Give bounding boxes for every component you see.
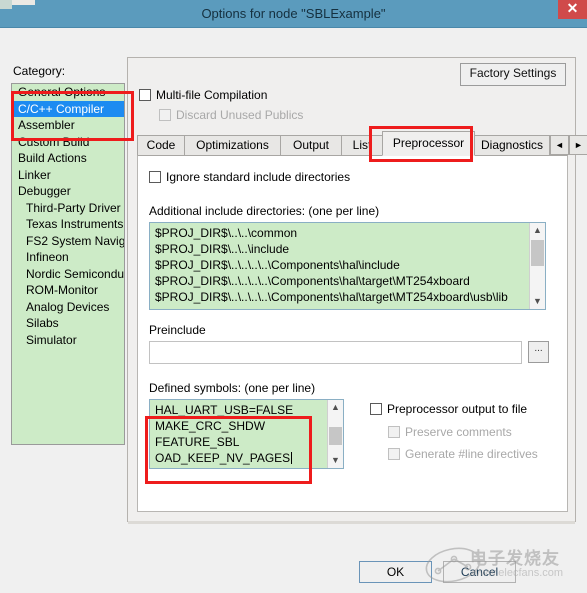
defined-symbol-line[interactable]: HAL_UART_USB=FALSE: [150, 402, 326, 418]
category-item-debugger[interactable]: Debugger: [12, 183, 124, 200]
category-list[interactable]: General Options C/C++ Compiler Assembler Cu…: [11, 83, 125, 445]
category-item-rom-monitor[interactable]: ROM-Monitor: [12, 282, 124, 299]
preserve-comments-checkbox: [388, 426, 400, 438]
ignore-standard-include-row[interactable]: Ignore standard include directories: [149, 170, 350, 184]
ignore-standard-include-label: Ignore standard include directories: [166, 170, 351, 184]
discard-unused-publics-label: Discard Unused Publics: [176, 108, 304, 122]
category-item-infineon[interactable]: Infineon: [12, 249, 124, 266]
scrollbar-thumb[interactable]: [531, 240, 544, 266]
generate-line-directives-label: Generate #line directives: [405, 447, 538, 461]
defined-symbols-label: Defined symbols: (one per line): [149, 381, 316, 395]
category-item-simulator[interactable]: Simulator: [12, 332, 124, 349]
tab-output[interactable]: Output: [280, 135, 342, 155]
preinclude-label: Preinclude: [149, 323, 206, 337]
category-item-silabs[interactable]: Silabs: [12, 315, 124, 332]
factory-settings-button[interactable]: Factory Settings: [460, 63, 566, 86]
options-panel: Factory Settings Multi-file Compilation …: [127, 57, 587, 522]
category-item-linker[interactable]: Linker: [12, 167, 124, 184]
category-item-texas-instruments[interactable]: Texas Instruments: [12, 216, 124, 233]
scroll-down-icon[interactable]: ▼: [328, 453, 343, 468]
multi-file-compilation-checkbox[interactable]: [139, 89, 151, 101]
panel-shadow: [128, 521, 575, 524]
preprocessor-output-checkbox[interactable]: [370, 403, 382, 415]
preprocessor-output-row[interactable]: Preprocessor output to file: [370, 402, 527, 416]
category-item-custom-build[interactable]: Custom Build: [12, 134, 124, 151]
tab-preprocessor[interactable]: Preprocessor: [382, 131, 475, 156]
category-item-c-c-compiler[interactable]: C/C++ Compiler: [12, 100, 124, 117]
cancel-button[interactable]: Cancel: [443, 561, 516, 583]
ok-button[interactable]: OK: [359, 561, 432, 583]
preserve-comments-label: Preserve comments: [405, 425, 512, 439]
category-item-fs2-system-navigator[interactable]: FS2 System Navigator: [12, 233, 124, 250]
tab-scroll-right-icon[interactable]: ►: [569, 135, 587, 155]
ignore-standard-include-checkbox[interactable]: [149, 171, 161, 183]
preserve-comments-row: Preserve comments: [388, 425, 512, 439]
defined-symbols-listbox[interactable]: HAL_UART_USB=FALSE MAKE_CRC_SHDW FEATURE_S…: [149, 399, 344, 469]
scroll-up-icon[interactable]: ▲: [530, 223, 545, 238]
additional-include-label: Additional include directories: (one per…: [149, 204, 380, 218]
category-label: Category:: [13, 64, 66, 78]
include-directory-line[interactable]: $PROJ_DIR$\..\..\..\..\Components\hal\ta…: [150, 273, 528, 289]
preinclude-input[interactable]: [149, 341, 522, 364]
additional-include-listbox[interactable]: $PROJ_DIR$\..\..\common $PROJ_DIR$\..\..\…: [149, 222, 546, 310]
multi-file-compilation-label: Multi-file Compilation: [156, 88, 268, 102]
discard-unused-publics-checkbox: [159, 109, 171, 121]
defined-symbol-line[interactable]: OAD_KEEP_NV_PAGES: [150, 450, 326, 466]
window-titlebar: Options for node "SBLExample" ✕: [0, 0, 587, 28]
tab-list[interactable]: List: [341, 135, 383, 155]
scroll-up-icon[interactable]: ▲: [328, 400, 343, 415]
scroll-down-icon[interactable]: ▼: [530, 294, 545, 309]
text-caret: [291, 452, 293, 464]
category-item-assembler[interactable]: Assembler: [12, 117, 124, 134]
preinclude-browse-button[interactable]: ...: [528, 341, 549, 363]
category-item-build-actions[interactable]: Build Actions: [12, 150, 124, 167]
category-item-general-options[interactable]: General Options: [12, 84, 124, 101]
category-item-analog-devices[interactable]: Analog Devices: [12, 299, 124, 316]
category-item-nordic-semiconductor[interactable]: Nordic Semiconductor: [12, 266, 124, 283]
generate-line-directives-row: Generate #line directives: [388, 447, 538, 461]
tab-code[interactable]: Code: [137, 135, 185, 155]
tab-optimizations[interactable]: Optimizations: [184, 135, 281, 155]
additional-include-scrollbar[interactable]: ▲ ▼: [529, 223, 545, 309]
include-directory-line[interactable]: $PROJ_DIR$\..\..\include: [150, 241, 528, 257]
include-directory-line[interactable]: $PROJ_DIR$\..\..\..\..\Components\hal\in…: [150, 257, 528, 273]
multi-file-compilation-row[interactable]: Multi-file Compilation: [139, 88, 267, 102]
defined-symbol-line[interactable]: MAKE_CRC_SHDW: [150, 418, 326, 434]
tab-diagnostics[interactable]: Diagnostics: [474, 135, 550, 155]
window-title: Options for node "SBLExample": [201, 6, 386, 21]
category-item-third-party-driver[interactable]: Third-Party Driver: [12, 200, 124, 217]
tab-scroll-left-icon[interactable]: ◄: [550, 135, 569, 155]
preprocessor-tab-page: Ignore standard include directories Addi…: [137, 155, 568, 512]
defined-symbol-line[interactable]: FEATURE_SBL: [150, 434, 326, 450]
preprocessor-output-label: Preprocessor output to file: [387, 402, 528, 416]
include-directory-line[interactable]: $PROJ_DIR$\..\..\common: [150, 225, 528, 241]
defined-symbols-scrollbar[interactable]: ▲ ▼: [327, 400, 343, 468]
include-directory-line[interactable]: $PROJ_DIR$\..\..\..\..\Components\hal\ta…: [150, 289, 528, 305]
generate-line-directives-checkbox: [388, 448, 400, 460]
close-icon[interactable]: ✕: [558, 0, 587, 19]
discard-unused-publics-row: Discard Unused Publics: [159, 108, 303, 122]
scrollbar-thumb[interactable]: [329, 427, 342, 445]
tab-strip[interactable]: Code Optimizations Output List Preprocessor D…: [137, 131, 587, 156]
